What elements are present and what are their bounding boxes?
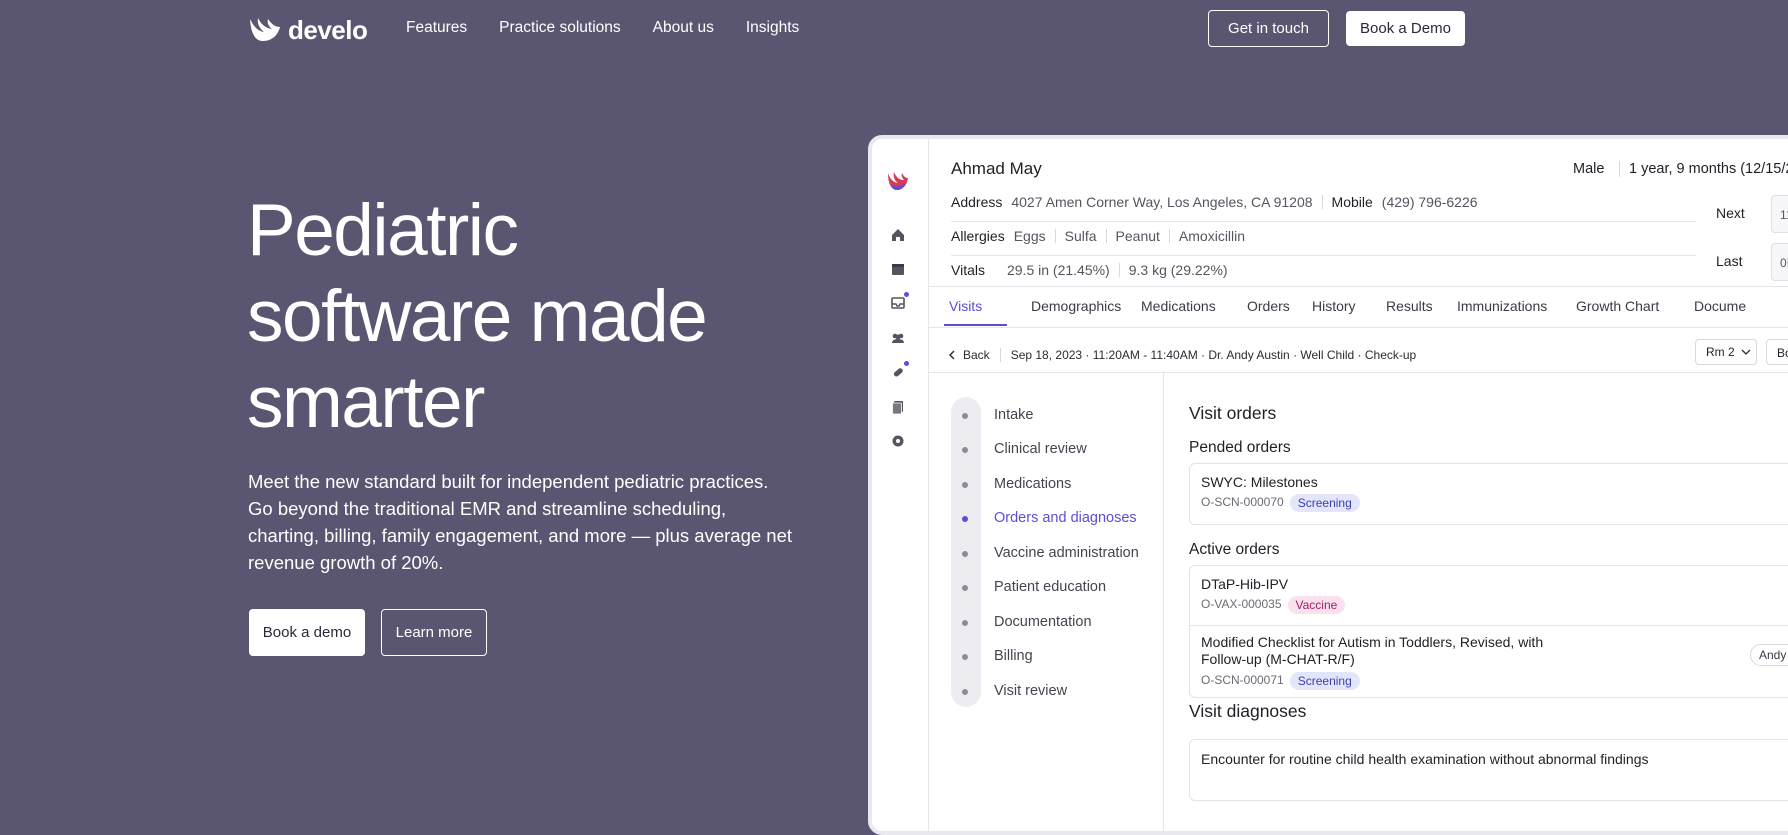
hero-title-line-1: Pediatric	[247, 190, 519, 271]
develo-bird-icon	[250, 18, 280, 41]
pended-orders-title: Pended orders	[1189, 439, 1291, 456]
order-name[interactable]: DTaP-Hib-IPV	[1201, 576, 1288, 593]
book-a-demo-nav-button[interactable]: Book a Demo	[1346, 11, 1465, 46]
order-name[interactable]: Modified Checklist for Autism in Toddler…	[1201, 634, 1581, 668]
allergy-item: Amoxicillin	[1178, 228, 1246, 244]
screening-badge: Screening	[1289, 494, 1360, 512]
tab-immunizations[interactable]: Immunizations	[1457, 298, 1547, 314]
main-nav: Features Practice solutions About us Ins…	[406, 19, 799, 37]
tab-demographics[interactable]: Demographics	[1031, 298, 1121, 314]
screening-badge: Screening	[1289, 672, 1360, 690]
order-code: O-SCN-000070 Screening	[1201, 494, 1360, 512]
next-visit-field[interactable]: 11	[1771, 195, 1788, 233]
vitals-label: Vitals	[951, 262, 985, 278]
vaccine-badge: Vaccine	[1287, 596, 1346, 614]
diagnoses-card: Encounter for routine child health exami…	[1189, 739, 1788, 801]
patients-icon[interactable]	[890, 330, 906, 346]
allergy-item: Sulfa	[1064, 228, 1097, 244]
vital-weight: 9.3 kg (29.22%)	[1128, 262, 1228, 278]
documents-icon[interactable]	[890, 399, 906, 415]
nav-features[interactable]: Features	[406, 19, 467, 37]
next-visit-label: Next	[1716, 205, 1745, 221]
chevron-down-icon	[1741, 349, 1751, 355]
pills-icon[interactable]	[890, 361, 909, 380]
hero-title-line-2: software made	[247, 276, 708, 357]
address-value: 4027 Amen Corner Way, Los Angeles, CA 91…	[1011, 194, 1313, 210]
learn-more-button[interactable]: Learn more	[381, 609, 487, 656]
diagnosis-name[interactable]: Encounter for routine child health exami…	[1201, 751, 1649, 768]
tab-results[interactable]: Results	[1386, 298, 1433, 314]
visit-orders-title: Visit orders	[1189, 403, 1277, 423]
room-value: Rm 2	[1706, 345, 1735, 359]
app-preview: Ahmad May Male 1 year, 9 months (12/15/2…	[868, 135, 1788, 835]
tab-documents[interactable]: Docume	[1694, 298, 1746, 314]
address-row: Address 4027 Amen Corner Way, Los Angele…	[951, 194, 1478, 210]
pended-orders-card: SWYC: Milestones O-SCN-000070Screening A	[1189, 463, 1788, 525]
allergy-item: Eggs	[1013, 228, 1046, 244]
tab-orders[interactable]: Orders	[1247, 298, 1290, 314]
visit-breadcrumb: Back Sep 18, 2023 · 11:20AM - 11:40AM · …	[947, 348, 1416, 362]
logo-text: develo	[288, 14, 368, 45]
app-sidebar	[872, 139, 929, 831]
last-visit-field[interactable]: 0!	[1771, 243, 1788, 281]
allergy-item: Peanut	[1115, 228, 1160, 244]
home-icon[interactable]	[890, 227, 906, 243]
visit-details: Sep 18, 2023 · 11:20AM - 11:40AM · Dr. A…	[1010, 348, 1417, 362]
status-select[interactable]: Bo	[1766, 339, 1788, 365]
tab-history[interactable]: History	[1312, 298, 1356, 314]
back-link[interactable]: Back	[963, 348, 990, 362]
address-label: Address	[951, 194, 1003, 210]
active-orders-title: Active orders	[1189, 541, 1280, 558]
tab-growth-chart[interactable]: Growth Chart	[1576, 298, 1659, 314]
chart-tabs: Visits Demographics Medications Orders H…	[929, 286, 1788, 328]
patient-chart: Ahmad May Male 1 year, 9 months (12/15/2…	[929, 139, 1788, 831]
visit-steps: Intake Clinical review Medications Order…	[929, 373, 1164, 831]
order-code: O-SCN-000071 Screening	[1201, 672, 1360, 690]
get-in-touch-button[interactable]: Get in touch	[1208, 10, 1329, 47]
hero-subtitle: Meet the new standard built for independ…	[248, 471, 792, 573]
patient-sex: Male	[1573, 161, 1605, 177]
vital-height: 29.5 in (21.45%)	[1006, 262, 1110, 278]
allergies-label: Allergies	[951, 228, 1005, 244]
active-orders-card: DTaP-Hib-IPV O-VAX-000035 Vaccine Modifie…	[1189, 565, 1788, 698]
nav-about-us[interactable]: About us	[653, 19, 714, 37]
nav-insights[interactable]: Insights	[746, 19, 799, 37]
inbox-icon[interactable]	[890, 292, 909, 311]
develo-logo[interactable]: develo	[248, 14, 368, 46]
hero-title-line-3: smarter	[247, 362, 485, 443]
patient-age: 1 year, 9 months (12/15/2	[1619, 161, 1788, 177]
last-visit-label: Last	[1716, 253, 1743, 269]
hero-title: Pediatric software made smarter	[247, 188, 767, 446]
calendar-icon[interactable]	[890, 261, 906, 277]
nav-practice-solutions[interactable]: Practice solutions	[499, 19, 620, 37]
book-a-demo-button[interactable]: Book a demo	[249, 609, 365, 656]
visit-diagnoses-title: Visit diagnoses	[1189, 701, 1307, 721]
vitals-row: Vitals 29.5 in (21.45%) 9.3 kg (29.22%)	[951, 262, 1228, 278]
room-select[interactable]: Rm 2	[1695, 339, 1757, 365]
chevron-left-icon[interactable]	[947, 350, 957, 360]
notification-dot	[904, 292, 909, 297]
mobile-label: Mobile	[1331, 194, 1373, 210]
allergies-row: Allergies Eggs Sulfa Peanut Amoxicillin	[951, 228, 1245, 244]
order-name[interactable]: SWYC: Milestones	[1201, 474, 1318, 491]
active-tab-indicator	[944, 324, 1007, 326]
notification-dot	[904, 361, 909, 366]
app-logo-icon	[888, 172, 908, 190]
settings-gear-icon[interactable]	[890, 433, 906, 449]
mobile-value: (429) 796-6226	[1381, 194, 1478, 210]
tab-medications[interactable]: Medications	[1141, 298, 1216, 314]
tab-visits[interactable]: Visits	[949, 298, 982, 314]
order-code: O-VAX-000035 Vaccine	[1201, 596, 1346, 614]
assignee-tag: Andy A	[1750, 644, 1788, 666]
orders-panel: Visit orders Pended orders SWYC: Milesto…	[1164, 373, 1788, 831]
patient-name: Ahmad May	[951, 159, 1042, 178]
